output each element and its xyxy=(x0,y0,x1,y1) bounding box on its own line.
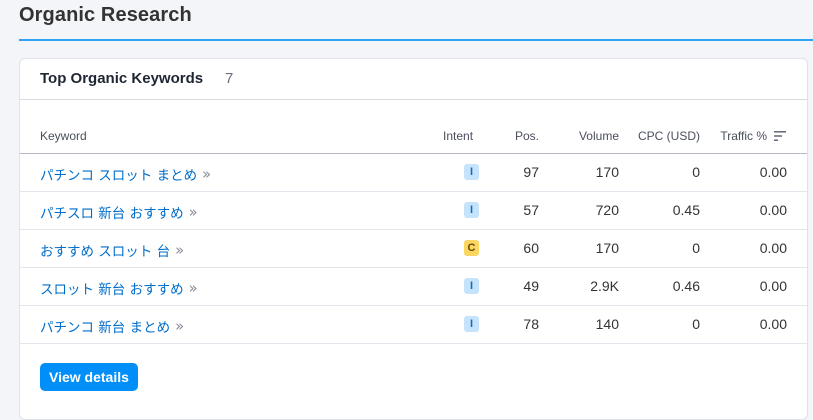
page-header: Organic Research xyxy=(19,0,813,42)
column-header-cpc[interactable]: CPC (USD) xyxy=(638,129,700,143)
column-header-intent[interactable]: Intent xyxy=(443,129,473,143)
keyword-text[interactable]: パチンコ スロット まとめ xyxy=(40,164,197,184)
intent-badge-informational: I xyxy=(464,164,479,180)
intent-badge-informational: I xyxy=(464,278,479,294)
table-row: スロット 新台 おすすめ ›› I 49 2.9K 0.46 0.00 xyxy=(20,268,807,306)
position-value: 78 xyxy=(523,316,539,332)
card-title: Top Organic Keywords xyxy=(40,70,204,87)
double-chevron-right-icon[interactable]: ›› xyxy=(175,317,184,335)
traffic-value: 0.00 xyxy=(759,278,787,294)
double-chevron-right-icon[interactable]: ›› xyxy=(189,203,198,221)
column-header-volume[interactable]: Volume xyxy=(579,129,619,143)
cpc-value: 0 xyxy=(692,164,700,180)
double-chevron-right-icon[interactable]: ›› xyxy=(175,241,184,259)
keyword-count: 7 xyxy=(225,70,234,87)
table-row: パチスロ 新台 おすすめ ›› I 57 720 0.45 0.00 xyxy=(20,192,807,230)
card-divider xyxy=(20,99,807,100)
double-chevron-right-icon[interactable]: ›› xyxy=(202,165,211,183)
position-value: 97 xyxy=(523,164,539,180)
keyword-text[interactable]: スロット 新台 おすすめ xyxy=(40,278,184,298)
intent-badge-informational: I xyxy=(464,316,479,332)
top-organic-keywords-card: Top Organic Keywords 7 Keyword Intent Po… xyxy=(19,58,808,420)
position-value: 49 xyxy=(523,278,539,294)
keyword-text[interactable]: パチスロ 新台 おすすめ xyxy=(40,202,184,222)
volume-value: 170 xyxy=(595,164,619,180)
column-header-traffic[interactable]: Traffic % xyxy=(720,129,767,143)
intent-badge-commercial: C xyxy=(464,240,479,256)
table-header: Keyword Intent Pos. Volume CPC (USD) Tra… xyxy=(20,127,807,154)
column-header-pos[interactable]: Pos. xyxy=(515,129,539,143)
table-row: パチンコ 新台 まとめ ›› I 78 140 0 0.00 xyxy=(20,306,807,344)
traffic-value: 0.00 xyxy=(759,164,787,180)
cpc-value: 0 xyxy=(692,316,700,332)
cpc-value: 0.46 xyxy=(672,278,700,294)
header-underline xyxy=(19,39,813,41)
double-chevron-right-icon[interactable]: ›› xyxy=(189,279,198,297)
keyword-link[interactable]: パチンコ 新台 まとめ ›› xyxy=(40,316,184,336)
traffic-value: 0.00 xyxy=(759,240,787,256)
keyword-link[interactable]: パチンコ スロット まとめ ›› xyxy=(40,164,211,184)
position-value: 57 xyxy=(523,202,539,218)
cpc-value: 0 xyxy=(692,240,700,256)
keyword-text[interactable]: おすすめ スロット 台 xyxy=(40,240,170,260)
cpc-value: 0.45 xyxy=(672,202,700,218)
traffic-value: 0.00 xyxy=(759,316,787,332)
keyword-link[interactable]: スロット 新台 おすすめ ›› xyxy=(40,278,198,298)
column-header-keyword[interactable]: Keyword xyxy=(40,129,87,143)
page-title: Organic Research xyxy=(19,4,192,26)
keyword-text[interactable]: パチンコ 新台 まとめ xyxy=(40,316,170,336)
intent-badge-informational: I xyxy=(464,202,479,218)
volume-value: 140 xyxy=(595,316,619,332)
table-row: パチンコ スロット まとめ ›› I 97 170 0 0.00 xyxy=(20,154,807,192)
table-row: おすすめ スロット 台 ›› C 60 170 0 0.00 xyxy=(20,230,807,268)
volume-value: 170 xyxy=(595,240,619,256)
volume-value: 2.9K xyxy=(590,278,619,294)
keyword-link[interactable]: パチスロ 新台 おすすめ ›› xyxy=(40,202,198,222)
traffic-value: 0.00 xyxy=(759,202,787,218)
sort-descending-icon[interactable] xyxy=(773,130,787,142)
position-value: 60 xyxy=(523,240,539,256)
keyword-link[interactable]: おすすめ スロット 台 ›› xyxy=(40,240,184,260)
view-details-button[interactable]: View details xyxy=(40,363,138,391)
volume-value: 720 xyxy=(595,202,619,218)
